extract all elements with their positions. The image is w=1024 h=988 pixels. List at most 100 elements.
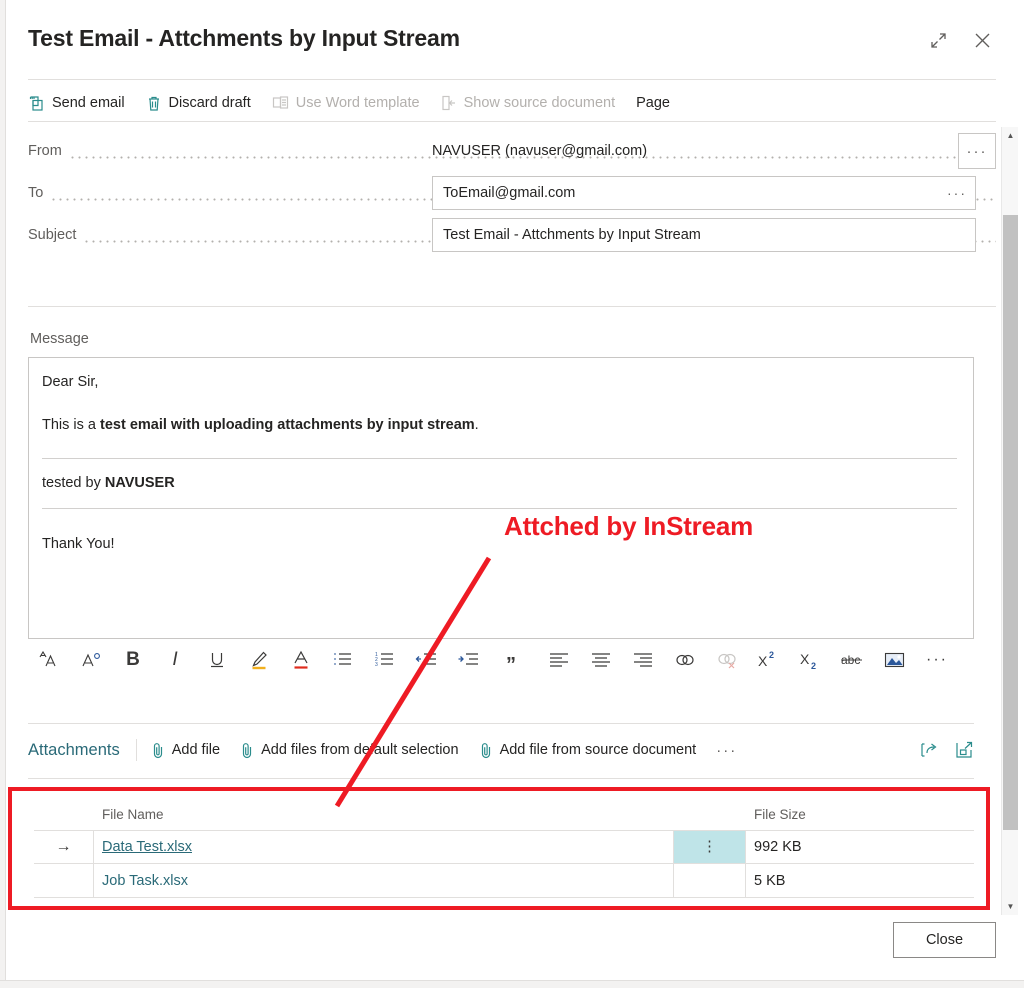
highlight-icon[interactable] xyxy=(238,641,280,679)
show-source-document-button[interactable]: Show source document xyxy=(441,95,627,111)
superscript-icon[interactable]: X 2 xyxy=(748,641,790,679)
file-name-link[interactable]: Data Test.xlsx xyxy=(102,839,192,855)
insert-link-icon[interactable] xyxy=(664,641,706,679)
decrease-indent-icon[interactable] xyxy=(406,641,448,679)
row-file-size: 5 KB xyxy=(754,872,786,889)
to-options-button[interactable]: ··· xyxy=(947,185,967,201)
dialog-header: Test Email - Attchments by Input Stream xyxy=(28,14,996,72)
header-divider xyxy=(28,79,996,80)
send-email-icon xyxy=(28,95,45,112)
to-input[interactable]: ToEmail@gmail.com ··· xyxy=(432,176,976,210)
font-shrink-icon[interactable] xyxy=(70,641,112,679)
row-actions-button[interactable] xyxy=(674,864,746,897)
attachments-right-actions xyxy=(920,741,974,759)
message-thanks: Thank You! xyxy=(42,536,115,553)
paperclip-icon xyxy=(479,742,493,759)
insert-image-icon[interactable] xyxy=(874,641,916,679)
message-tested-bold: NAVUSER xyxy=(104,475,175,492)
svg-text:3: 3 xyxy=(375,662,378,668)
add-file-button[interactable]: Add file xyxy=(151,742,220,759)
add-files-default-selection-button[interactable]: Add files from default selection xyxy=(240,742,459,759)
attachments-title: Attachments xyxy=(28,740,120,759)
window-bottom-edge xyxy=(0,980,1024,988)
send-email-label: Send email xyxy=(52,95,125,111)
attachments-more-button[interactable]: ··· xyxy=(716,742,737,759)
to-field-row: To ToEmail@gmail.com ··· xyxy=(28,172,996,214)
blockquote-icon[interactable]: ” xyxy=(490,641,532,679)
numbered-list-icon[interactable]: 1 2 3 xyxy=(364,641,406,679)
use-word-template-button[interactable]: Use Word template xyxy=(272,95,431,111)
subject-input[interactable]: Test Email - Attchments by Input Stream xyxy=(432,218,976,252)
share-icon[interactable] xyxy=(920,741,939,759)
increase-indent-icon[interactable] xyxy=(448,641,490,679)
attachments-divider-top xyxy=(28,723,974,724)
message-body[interactable]: Dear Sir, This is a test email with uplo… xyxy=(28,357,974,639)
message-line-prefix: This is a xyxy=(42,417,101,434)
use-word-template-label: Use Word template xyxy=(295,95,420,111)
discard-draft-button[interactable]: Discard draft xyxy=(146,95,262,112)
svg-text:2: 2 xyxy=(769,650,774,660)
from-field-row: From NAVUSER (navuser@gmail.com) ··· xyxy=(28,130,996,172)
close-icon[interactable] xyxy=(968,26,996,54)
bulleted-list-icon[interactable] xyxy=(322,641,364,679)
svg-text:X: X xyxy=(758,653,768,669)
more-options-icon[interactable]: ··· xyxy=(916,641,958,679)
message-rule-bottom xyxy=(42,508,957,510)
show-source-document-label: Show source document xyxy=(463,95,616,111)
message-greeting: Dear Sir, xyxy=(42,374,99,390)
row-file-name-cell[interactable]: Job Task.xlsx xyxy=(94,864,674,897)
subscript-icon[interactable]: X 2 xyxy=(790,641,832,679)
row-file-size: 992 KB xyxy=(754,839,802,855)
message-label: Message xyxy=(30,331,89,347)
to-label: To xyxy=(28,185,44,201)
close-button[interactable]: Close xyxy=(893,922,996,958)
add-file-label: Add file xyxy=(171,742,221,758)
source-document-icon xyxy=(441,95,457,111)
add-file-source-document-button[interactable]: Add file from source document xyxy=(479,742,697,759)
table-row[interactable]: → Data Test.xlsx ⋮ 992 KB xyxy=(34,830,974,864)
discard-draft-label: Discard draft xyxy=(168,95,251,111)
open-in-new-window-icon[interactable] xyxy=(955,741,974,759)
vertical-scrollbar[interactable]: ▲ ▼ xyxy=(1001,127,1018,915)
message-line-bold: test email with uploading attachments by… xyxy=(100,417,475,434)
italic-icon[interactable]: I xyxy=(154,641,196,679)
strikethrough-icon[interactable]: abc xyxy=(832,641,874,679)
attachments-bar: Attachments Add file Add files from defa… xyxy=(28,731,974,769)
expand-icon[interactable] xyxy=(924,26,952,54)
scrollbar-thumb[interactable] xyxy=(1003,215,1018,830)
align-left-icon[interactable] xyxy=(538,641,580,679)
attachments-divider-bottom xyxy=(28,778,974,779)
file-name-link[interactable]: Job Task.xlsx xyxy=(102,873,188,889)
annotation-label: Attched by InStream xyxy=(504,511,754,541)
subject-label: Subject xyxy=(28,227,77,243)
message-main-line: This is a test email with uploading atta… xyxy=(42,415,957,436)
window-controls xyxy=(924,26,996,54)
subject-value: Test Email - Attchments by Input Stream xyxy=(443,227,701,243)
row-indicator xyxy=(34,864,94,897)
from-value: NAVUSER (navuser@gmail.com) xyxy=(432,143,648,159)
scroll-down-arrow-icon[interactable]: ▼ xyxy=(1002,898,1019,915)
row-file-name-cell[interactable]: Data Test.xlsx xyxy=(94,831,674,863)
bold-icon[interactable]: B xyxy=(112,641,154,679)
from-options-button[interactable]: ··· xyxy=(958,133,996,169)
align-center-icon[interactable] xyxy=(580,641,622,679)
align-right-icon[interactable] xyxy=(622,641,664,679)
message-tested-line: tested by NAVUSER xyxy=(42,459,957,508)
header-file-size: File Size xyxy=(754,806,806,822)
table-row[interactable]: Job Task.xlsx 5 KB xyxy=(34,864,974,898)
send-email-button[interactable]: Send email xyxy=(28,95,136,112)
font-color-icon[interactable] xyxy=(280,641,322,679)
font-grow-icon[interactable] xyxy=(28,641,70,679)
row-actions-button[interactable]: ⋮ xyxy=(674,831,746,863)
message-tested-prefix: tested by xyxy=(42,475,105,492)
add-file-source-document-label: Add file from source document xyxy=(499,742,697,758)
command-bar: Send email Discard draft Use Word templa… xyxy=(28,87,996,119)
window-left-edge xyxy=(0,0,6,988)
page-title: Test Email - Attchments by Input Stream xyxy=(28,25,460,51)
scroll-up-arrow-icon[interactable]: ▲ xyxy=(1002,127,1019,144)
underline-icon[interactable] xyxy=(196,641,238,679)
subject-field-row: Subject Test Email - Attchments by Input… xyxy=(28,214,996,256)
remove-link-icon[interactable] xyxy=(706,641,748,679)
page-label: Page xyxy=(636,95,670,111)
page-menu-button[interactable]: Page xyxy=(636,95,681,111)
